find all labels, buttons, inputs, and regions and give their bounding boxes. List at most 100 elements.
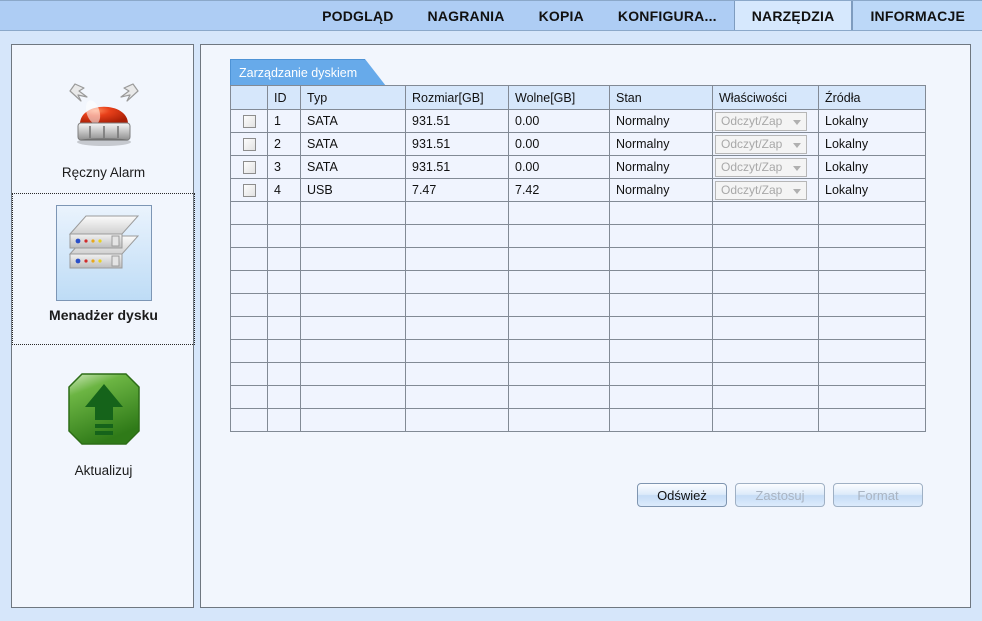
format-button: Format xyxy=(833,483,923,507)
empty-cell xyxy=(405,408,509,432)
empty-cell xyxy=(609,385,713,409)
properties-dropdown-value: Odczyt/Zap xyxy=(721,137,783,151)
row-cell-properties[interactable]: Odczyt/Zap xyxy=(712,109,819,133)
empty-cell xyxy=(508,362,610,386)
empty-cell xyxy=(609,408,713,432)
disk-stack-icon xyxy=(55,205,152,301)
sidebar-item-label: Aktualizuj xyxy=(74,463,133,478)
empty-cell xyxy=(818,339,926,363)
empty-cell xyxy=(300,362,406,386)
empty-cell xyxy=(267,385,301,409)
nav-tab-label: PODGLĄD xyxy=(322,7,394,24)
row-checkbox-cell[interactable] xyxy=(230,132,268,156)
row-cell-source-label: Lokalny xyxy=(825,137,869,151)
row-cell-free-label: 0.00 xyxy=(515,137,540,151)
row-cell-properties[interactable]: Odczyt/Zap xyxy=(712,132,819,156)
nav-tab-informacje[interactable]: INFORMACJE xyxy=(852,1,982,30)
empty-cell xyxy=(609,293,713,317)
row-checkbox-cell[interactable] xyxy=(230,155,268,179)
column-header-wolne-gb[interactable]: Wolne[GB] xyxy=(508,85,610,110)
main-content-panel: Zarządzanie dyskiem ID Typ Rozmiar[GB] Woln… xyxy=(200,44,971,608)
column-header-label: Wolne[GB] xyxy=(515,90,576,105)
column-header-stan[interactable]: Stan xyxy=(609,85,713,110)
properties-dropdown[interactable]: Odczyt/Zap xyxy=(715,158,807,177)
row-cell-type: USB xyxy=(300,178,406,202)
row-cell-properties[interactable]: Odczyt/Zap xyxy=(712,155,819,179)
empty-cell xyxy=(712,362,819,386)
row-checkbox[interactable] xyxy=(242,115,256,129)
row-cell-source-label: Lokalny xyxy=(825,114,869,128)
row-cell-id: 4 xyxy=(267,178,301,202)
row-checkbox-cell[interactable] xyxy=(230,178,268,202)
nav-tab-podgl-d[interactable]: PODGLĄD xyxy=(305,1,410,30)
empty-cell xyxy=(300,339,406,363)
table-row[interactable]: 4 USB 7.47 7.42 Normalny Odczyt/Zap Lokalny xyxy=(230,178,926,202)
column-header-select[interactable] xyxy=(230,85,268,110)
empty-cell xyxy=(712,247,819,271)
nav-tab-kopia[interactable]: KOPIA xyxy=(522,1,601,30)
row-cell-status-label: Normalny xyxy=(616,183,670,197)
empty-cell xyxy=(508,201,610,225)
empty-cell xyxy=(609,362,713,386)
refresh-button[interactable]: Odśwież xyxy=(637,483,727,507)
row-checkbox[interactable] xyxy=(242,138,256,152)
nav-tab-konfigura[interactable]: KONFIGURA... xyxy=(601,1,734,30)
table-row-empty xyxy=(230,339,926,363)
row-cell-status: Normalny xyxy=(609,155,713,179)
empty-cell xyxy=(818,201,926,225)
row-cell-free-label: 0.00 xyxy=(515,114,540,128)
sidebar-item-manual-alarm[interactable]: Ręczny Alarm xyxy=(12,53,195,193)
properties-dropdown[interactable]: Odczyt/Zap xyxy=(715,135,807,154)
chevron-down-icon xyxy=(793,120,801,125)
empty-cell xyxy=(508,408,610,432)
column-header-id[interactable]: ID xyxy=(267,85,301,110)
empty-cell xyxy=(230,362,268,386)
row-cell-id-label: 4 xyxy=(274,183,281,197)
empty-cell xyxy=(712,270,819,294)
column-header-typ[interactable]: Typ xyxy=(300,85,406,110)
nav-tab-label: KONFIGURA... xyxy=(617,7,717,24)
table-row-empty xyxy=(230,270,926,294)
nav-tab-nagrania[interactable]: NAGRANIA xyxy=(411,1,522,30)
row-cell-type: SATA xyxy=(300,109,406,133)
properties-dropdown[interactable]: Odczyt/Zap xyxy=(715,181,807,200)
empty-cell xyxy=(609,339,713,363)
table-row[interactable]: 3 SATA 931.51 0.00 Normalny Odczyt/Zap Lokalny xyxy=(230,155,926,179)
button-label: Zastosuj xyxy=(755,487,805,503)
row-checkbox-cell[interactable] xyxy=(230,109,268,133)
disk-management-tab[interactable]: Zarządzanie dyskiem xyxy=(230,59,386,86)
sidebar-item-upgrade[interactable]: Aktualizuj xyxy=(12,345,195,495)
table-row[interactable]: 1 SATA 931.51 0.00 Normalny Odczyt/Zap Lokalny xyxy=(230,109,926,133)
column-header--r-d-a[interactable]: Źródła xyxy=(818,85,926,110)
column-header-rozmiar-gb[interactable]: Rozmiar[GB] xyxy=(405,85,509,110)
empty-cell xyxy=(300,247,406,271)
row-cell-free: 0.00 xyxy=(508,109,610,133)
row-cell-size: 931.51 xyxy=(405,109,509,133)
row-cell-type: SATA xyxy=(300,155,406,179)
empty-cell xyxy=(230,201,268,225)
sidebar-item-disk-manager[interactable]: Menadżer dysku xyxy=(12,193,195,345)
row-cell-type: SATA xyxy=(300,132,406,156)
column-header-w-a-ciwo-ci[interactable]: Właściwości xyxy=(712,85,819,110)
row-cell-properties[interactable]: Odczyt/Zap xyxy=(712,178,819,202)
properties-dropdown[interactable]: Odczyt/Zap xyxy=(715,112,807,131)
column-header-label: Typ xyxy=(307,90,328,105)
empty-cell xyxy=(712,316,819,340)
empty-cell xyxy=(405,247,509,271)
chevron-down-icon xyxy=(793,166,801,171)
nav-tab-narz-dzia[interactable]: NARZĘDZIA xyxy=(733,1,853,30)
row-cell-status-label: Normalny xyxy=(616,137,670,151)
row-cell-free-label: 7.42 xyxy=(515,183,540,197)
row-checkbox[interactable] xyxy=(242,161,256,175)
row-cell-type-label: SATA xyxy=(307,160,338,174)
empty-cell xyxy=(405,385,509,409)
row-cell-source-label: Lokalny xyxy=(825,183,869,197)
empty-cell xyxy=(230,408,268,432)
row-cell-size-label: 931.51 xyxy=(412,114,451,128)
row-checkbox[interactable] xyxy=(242,184,256,198)
table-row[interactable]: 2 SATA 931.51 0.00 Normalny Odczyt/Zap Lokalny xyxy=(230,132,926,156)
table-row-empty xyxy=(230,224,926,248)
empty-cell xyxy=(230,270,268,294)
empty-cell xyxy=(300,316,406,340)
column-header-label: Źródła xyxy=(825,90,861,105)
